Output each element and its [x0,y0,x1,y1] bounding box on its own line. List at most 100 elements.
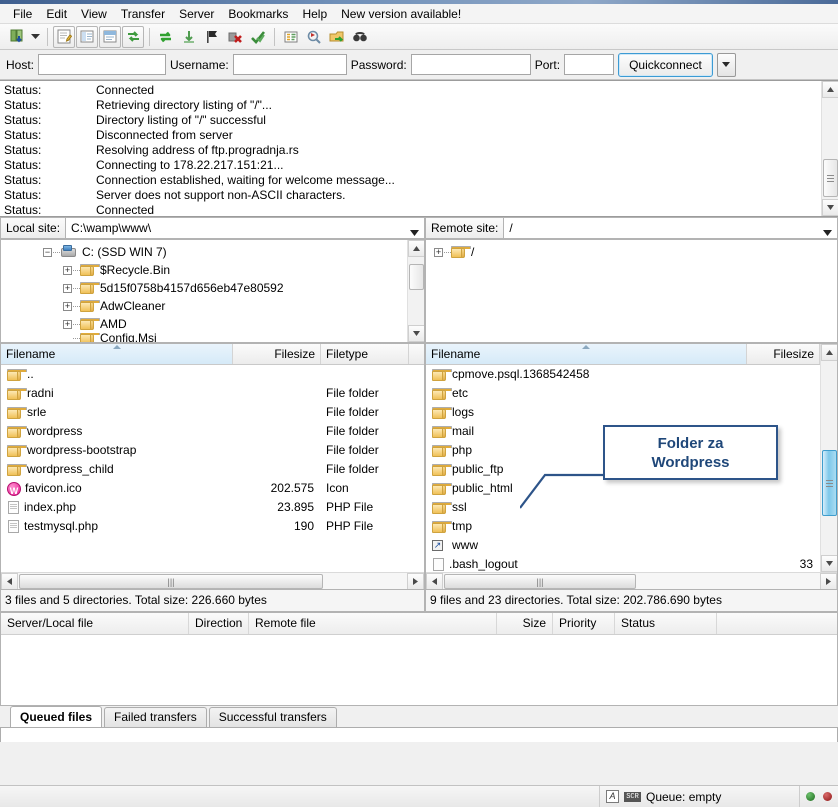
remote-site-chevron-down-icon[interactable] [823,225,832,239]
tree-expander-icon[interactable]: + [63,284,72,293]
file-row[interactable]: etc [426,384,820,403]
password-input[interactable] [411,54,531,75]
menu-item-server[interactable]: Server [172,5,221,23]
file-row[interactable]: index.php 23.895 PHP File [1,498,424,517]
file-row[interactable]: radni File folder [1,384,424,403]
column-header-filesize[interactable]: Filesize [233,344,321,364]
tree-expander-icon[interactable]: − [43,248,52,257]
scroll-left-icon[interactable] [426,573,443,590]
tree-expander-icon[interactable]: + [434,248,443,257]
tree-item[interactable]: Config.Msi [1,333,407,342]
file-row[interactable]: .bash_logout 33 [426,555,820,572]
synchronized-browsing-icon[interactable] [303,26,325,48]
toggle-transfer-queue-icon[interactable] [122,26,144,48]
file-row[interactable]: srle File folder [1,403,424,422]
file-row[interactable]: ↗ www [426,536,820,555]
column-header-server-local-file[interactable]: Server/Local file [1,613,189,634]
tree-item[interactable]: + AMD [1,315,407,333]
remote-list-hscrollbar[interactable]: ||| [426,572,837,589]
toggle-remote-tree-icon[interactable] [99,26,121,48]
column-header-size[interactable]: Size [497,613,553,634]
toggle-local-tree-icon[interactable] [76,26,98,48]
tab-failed-transfers[interactable]: Failed transfers [104,707,207,727]
menu-item-bookmarks[interactable]: Bookmarks [221,5,295,23]
message-log-scrollbar[interactable] [821,81,838,216]
tree-item[interactable]: − C: (SSD WIN 7) [1,243,407,261]
menu-item-help[interactable]: Help [295,5,334,23]
column-header-filetype[interactable]: Filetype [321,344,409,364]
file-row[interactable]: ssl [426,498,820,517]
local-site-chevron-down-icon[interactable] [410,225,419,239]
quickconnect-button[interactable]: Quickconnect [618,53,713,77]
toggle-message-log-icon[interactable] [53,26,75,48]
remote-list-scrollbar[interactable] [820,344,837,572]
hscrollbar-thumb[interactable]: ||| [444,574,636,589]
tree-expander-icon[interactable]: + [63,320,72,329]
file-row[interactable]: .. [1,365,424,384]
local-tree-scrollbar[interactable] [407,240,424,342]
file-row[interactable]: wordpress-bootstrap File folder [1,441,424,460]
scroll-up-icon[interactable] [822,81,838,98]
disconnect-icon[interactable] [247,26,269,48]
column-header-status[interactable]: Status [615,613,717,634]
menu-item-new-version-available[interactable]: New version available! [334,5,468,23]
scroll-down-icon[interactable] [821,555,837,572]
tree-item[interactable]: + $Recycle.Bin [1,261,407,279]
cancel-operation-icon[interactable] [224,26,246,48]
host-input[interactable] [38,54,166,75]
column-header-filename[interactable]: Filename [1,344,233,364]
hscrollbar-thumb[interactable]: ||| [19,574,323,589]
column-header-filesize[interactable]: Filesize [747,344,820,364]
find-files-icon[interactable] [349,26,371,48]
file-row[interactable]: favicon.ico 202.575 Icon [1,479,424,498]
file-row[interactable]: logs [426,403,820,422]
local-site-combo[interactable]: C:\wamp\www\ [66,217,425,239]
remote-directory-tree[interactable]: + / [425,239,838,343]
remote-site-combo[interactable]: / [504,217,838,239]
directory-listing-filters-icon[interactable] [326,26,348,48]
file-row[interactable]: testmysql.php 190 PHP File [1,517,424,536]
local-list-hscrollbar[interactable]: ||| [1,572,424,589]
file-row[interactable]: wordpress File folder [1,422,424,441]
column-header-direction[interactable]: Direction [189,613,249,634]
menu-item-transfer[interactable]: Transfer [114,5,172,23]
toggle-filter-icon[interactable] [201,26,223,48]
column-header-priority[interactable]: Priority [553,613,615,634]
tree-item[interactable]: + 5d15f0758b4157d656eb47e80592 [1,279,407,297]
file-row[interactable]: tmp [426,517,820,536]
site-manager-icon[interactable] [6,26,28,48]
tab-queued-files[interactable]: Queued files [10,706,102,727]
tab-successful-transfers[interactable]: Successful transfers [209,707,337,727]
compare-directories-icon[interactable] [280,26,302,48]
scrollbar-thumb[interactable] [409,264,424,290]
tree-item[interactable]: + AdwCleaner [1,297,407,315]
process-queue-icon[interactable] [178,26,200,48]
port-input[interactable] [564,54,614,75]
tree-expander-icon[interactable]: + [63,266,72,275]
scroll-left-icon[interactable] [1,573,18,590]
file-row[interactable]: wordpress_child File folder [1,460,424,479]
scroll-right-icon[interactable] [820,573,837,590]
local-file-list[interactable]: Filename Filesize Filetype .. [0,343,425,590]
scroll-down-icon[interactable] [408,325,425,342]
transfer-queue[interactable]: Server/Local file Direction Remote file … [0,612,838,706]
scroll-up-icon[interactable] [408,240,425,257]
column-header-remote-file[interactable]: Remote file [249,613,497,634]
quickconnect-dropdown-icon[interactable] [717,53,736,77]
local-directory-tree[interactable]: − C: (SSD WIN 7) + $Recycle.Bin + 5d15f0… [0,239,425,343]
column-header-filename[interactable]: Filename [426,344,747,364]
scroll-right-icon[interactable] [407,573,424,590]
file-row[interactable]: cpmove.psql.1368542458 [426,365,820,384]
username-input[interactable] [233,54,347,75]
site-manager-dropdown-icon[interactable] [29,26,42,48]
menu-item-edit[interactable]: Edit [39,5,74,23]
scrollbar-thumb[interactable] [823,159,838,197]
refresh-icon[interactable] [155,26,177,48]
tree-item[interactable]: + / [426,243,837,261]
scrollbar-thumb[interactable] [822,450,837,516]
scroll-up-icon[interactable] [821,344,837,361]
menu-item-file[interactable]: File [6,5,39,23]
scroll-down-icon[interactable] [822,199,838,216]
menu-item-view[interactable]: View [74,5,114,23]
tree-expander-icon[interactable]: + [63,302,72,311]
